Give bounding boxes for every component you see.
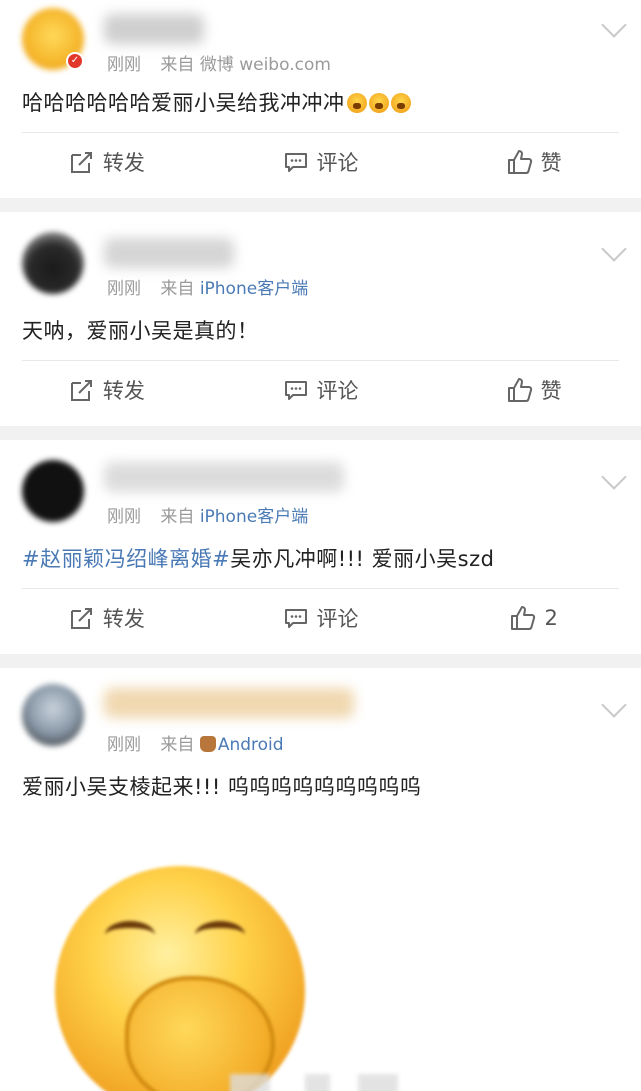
weibo-post: 刚刚 来自 iPhone客户端 天呐，爱丽小吴是真的！ 转发 评论 赞 [0, 212, 641, 426]
comment-icon [284, 381, 307, 400]
thumbs-up-icon [507, 378, 532, 402]
comment-button[interactable]: 评论 [214, 603, 428, 633]
username-blurred[interactable] [104, 462, 344, 492]
share-edit-icon [70, 152, 92, 173]
post-text: 爱丽小吴支棱起来!!! 呜呜呜呜呜呜呜呜呜 [0, 772, 641, 802]
avatar[interactable] [22, 460, 84, 522]
shocked-emoji-icon [390, 93, 411, 113]
post-text-body: 天呐，爱丽小吴是真的！ [22, 319, 259, 343]
like-label: 赞 [540, 151, 562, 175]
hashtag-link[interactable]: #赵丽颖冯绍峰离婚# [22, 547, 230, 571]
post-source-prefix: 来自 [160, 55, 195, 75]
post-time: 刚刚 [107, 735, 141, 755]
username-blurred[interactable] [104, 688, 354, 718]
post-header: 刚刚 来自 iPhone客户端 [0, 212, 641, 316]
post-text: #赵丽颖冯绍峰离婚#吴亦凡冲啊!!! 爱丽小吴szd [0, 544, 641, 574]
weibo-post: 刚刚 来自 iPhone客户端 #赵丽颖冯绍峰离婚#吴亦凡冲啊!!! 爱丽小吴s… [0, 440, 641, 654]
post-header: 刚刚 来自 iPhone客户端 [0, 440, 641, 544]
post-time: 刚刚 [107, 507, 141, 527]
watermark [305, 1074, 330, 1091]
chevron-down-icon[interactable] [601, 12, 627, 38]
post-actions: 转发 评论 2 [0, 589, 641, 647]
comment-label: 评论 [316, 151, 359, 175]
repost-button[interactable]: 转发 [0, 603, 214, 633]
like-button[interactable]: 2 [427, 605, 641, 631]
post-source-prefix: 来自 [160, 507, 195, 527]
post-actions: 转发 评论 赞 [0, 133, 641, 191]
post-meta: 刚刚 来自 微博 weibo.com [107, 50, 331, 75]
post-text: 哈哈哈哈哈哈爱丽小吴给我冲冲冲 [0, 88, 641, 118]
avatar[interactable]: ✓ [22, 8, 84, 70]
username-blurred[interactable] [104, 238, 234, 268]
weibo-post: ✓ 刚刚 来自 微博 weibo.com 哈哈哈哈哈哈爱丽小吴给我冲冲冲 转发 … [0, 0, 641, 198]
like-label: 赞 [540, 379, 562, 403]
shocked-emoji-icon [346, 93, 367, 113]
post-image[interactable] [0, 816, 641, 1091]
comment-icon [284, 153, 307, 172]
post-meta: 刚刚 来自 iPhone客户端 [107, 502, 308, 527]
thumbs-up-icon [511, 606, 536, 630]
comment-label: 评论 [316, 607, 359, 631]
watermark [358, 1074, 398, 1091]
like-count: 2 [544, 606, 558, 630]
post-source-prefix: 来自 [160, 279, 195, 299]
post-text-body: 吴亦凡冲啊!!! 爱丽小吴szd [230, 547, 495, 571]
post-meta: 刚刚 来自 Android [107, 730, 284, 755]
watermark [230, 1074, 270, 1091]
post-actions: 转发 评论 赞 [0, 361, 641, 419]
avatar[interactable] [22, 684, 84, 746]
comment-button[interactable]: 评论 [214, 375, 428, 405]
post-header: ✓ 刚刚 来自 微博 weibo.com [0, 0, 641, 88]
comment-button[interactable]: 评论 [214, 147, 428, 177]
chevron-down-icon[interactable] [601, 236, 627, 262]
post-source-link[interactable]: iPhone客户端 [200, 279, 308, 299]
shocked-emoji-icon [368, 93, 389, 113]
post-source-prefix: 来自 [160, 735, 195, 755]
repost-button[interactable]: 转发 [0, 375, 214, 405]
share-edit-icon [70, 380, 92, 401]
post-text-body: 爱丽小吴支棱起来!!! 呜呜呜呜呜呜呜呜呜 [22, 775, 422, 799]
chevron-down-icon[interactable] [601, 692, 627, 718]
repost-label: 转发 [102, 607, 145, 631]
post-text: 天呐，爱丽小吴是真的！ [0, 316, 641, 346]
bear-icon [199, 736, 216, 752]
post-source-link[interactable]: iPhone客户端 [200, 507, 308, 527]
thumbs-up-icon [507, 150, 532, 174]
verified-badge-icon: ✓ [66, 52, 84, 70]
repost-label: 转发 [102, 379, 145, 403]
repost-button[interactable]: 转发 [0, 147, 214, 177]
post-source-link[interactable]: Android [218, 735, 284, 755]
post-meta: 刚刚 来自 iPhone客户端 [107, 274, 308, 299]
like-button[interactable]: 赞 [427, 147, 641, 177]
post-source: 微博 weibo.com [199, 55, 331, 75]
post-header: 刚刚 来自 Android [0, 668, 641, 772]
chevron-down-icon[interactable] [601, 464, 627, 490]
post-time: 刚刚 [107, 55, 141, 75]
comment-label: 评论 [316, 379, 359, 403]
repost-label: 转发 [102, 151, 145, 175]
post-text-body: 哈哈哈哈哈哈爱丽小吴给我冲冲冲 [22, 91, 345, 115]
post-time: 刚刚 [107, 279, 141, 299]
username-blurred[interactable] [104, 14, 204, 44]
share-edit-icon [70, 608, 92, 629]
giggle-emoji-icon [55, 866, 305, 1091]
comment-icon [284, 609, 307, 628]
avatar[interactable] [22, 232, 84, 294]
like-button[interactable]: 赞 [427, 375, 641, 405]
weibo-post: 刚刚 来自 Android 爱丽小吴支棱起来!!! 呜呜呜呜呜呜呜呜呜 [0, 668, 641, 1091]
